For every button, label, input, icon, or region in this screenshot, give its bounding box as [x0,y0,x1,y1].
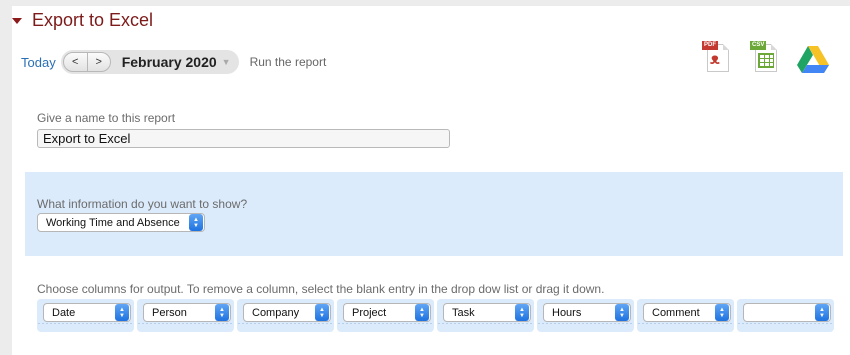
information-select-value: Working Time and Absence [46,216,180,229]
column-select-value: Hours [552,306,582,319]
report-name-label: Give a name to this report [37,111,176,125]
column-select-project[interactable]: Project ▲ ▼ [343,303,431,322]
column-select-date[interactable]: Date ▲ ▼ [43,303,131,322]
column-slot[interactable]: Comment ▲ ▼ [637,299,734,332]
column-select-person[interactable]: Person ▲ ▼ [143,303,231,322]
run-report-link[interactable]: Run the report [250,55,327,69]
column-slot[interactable]: Project ▲ ▼ [337,299,434,332]
previous-month-button[interactable]: < [64,53,87,71]
column-select-blank[interactable]: ▲ ▼ [743,303,831,322]
pdf-tag: PDF [702,41,718,50]
export-options: PDF ᴥ CSV [689,38,833,80]
pdf-export-icon[interactable]: PDF ᴥ [697,38,737,80]
column-select-value: Person [152,306,187,319]
column-slot[interactable]: Person ▲ ▼ [137,299,234,332]
information-section: What information do you want to show? Wo… [25,172,843,256]
column-slot[interactable]: Company ▲ ▼ [237,299,334,332]
column-select-value: Task [452,306,475,319]
column-slot[interactable]: ▲ ▼ [737,299,834,332]
google-drive-icon [797,46,829,73]
acrobat-mark-icon: ᴥ [710,51,720,68]
spreadsheet-grid-icon [758,53,774,68]
column-select-comment[interactable]: Comment ▲ ▼ [643,303,731,322]
column-select-value: Project [352,306,387,319]
report-name-input[interactable] [37,129,450,148]
column-slot[interactable]: Hours ▲ ▼ [537,299,634,332]
next-month-button[interactable]: > [86,53,110,71]
csv-tag: CSV [750,41,767,50]
collapse-triangle-icon[interactable] [12,18,22,24]
column-select-hours[interactable]: Hours ▲ ▼ [543,303,631,322]
today-link[interactable]: Today [21,55,56,70]
chevron-updown-icon: ▲ ▼ [515,304,529,321]
chevron-updown-icon: ▲ ▼ [615,304,629,321]
csv-export-icon[interactable]: CSV [745,38,785,80]
column-select-value: Comment [652,306,700,319]
column-select-value: Company [252,306,300,319]
section-title: Export to Excel [32,9,154,30]
column-select-task[interactable]: Task ▲ ▼ [443,303,531,322]
chevron-updown-icon: ▲ ▼ [215,304,229,321]
current-month-label[interactable]: February 2020 [122,54,217,70]
google-drive-export-icon[interactable] [793,38,833,80]
column-slot[interactable]: Date ▲ ▼ [37,299,134,332]
column-select-value: Date [52,306,76,319]
column-slot[interactable]: Task ▲ ▼ [437,299,534,332]
information-select[interactable]: Working Time and Absence ▲ ▼ [37,213,205,232]
section-header[interactable]: Export to Excel [12,8,153,32]
chevron-updown-icon: ▲ ▼ [115,304,129,321]
month-selector: < > February 2020 ▼ [60,50,239,74]
chevron-updown-icon: ▲ ▼ [315,304,329,321]
chevron-updown-icon: ▲ ▼ [815,304,829,321]
information-label: What information do you want to show? [37,197,248,211]
chevron-updown-icon: ▲ ▼ [415,304,429,321]
chevron-updown-icon: ▲ ▼ [715,304,729,321]
date-navigation: Today < > February 2020 ▼ Run the report [21,50,326,74]
chevron-updown-icon: ▲ ▼ [189,214,203,231]
prev-next-buttons: < > [62,52,111,72]
columns-instruction-label: Choose columns for output. To remove a c… [37,282,605,296]
column-select-company[interactable]: Company ▲ ▼ [243,303,331,322]
month-dropdown-caret-icon[interactable]: ▼ [222,57,231,67]
output-columns-row: Date ▲ ▼ Person ▲ ▼ Company ▲ ▼ Project ▲ ▼ … [37,299,837,332]
